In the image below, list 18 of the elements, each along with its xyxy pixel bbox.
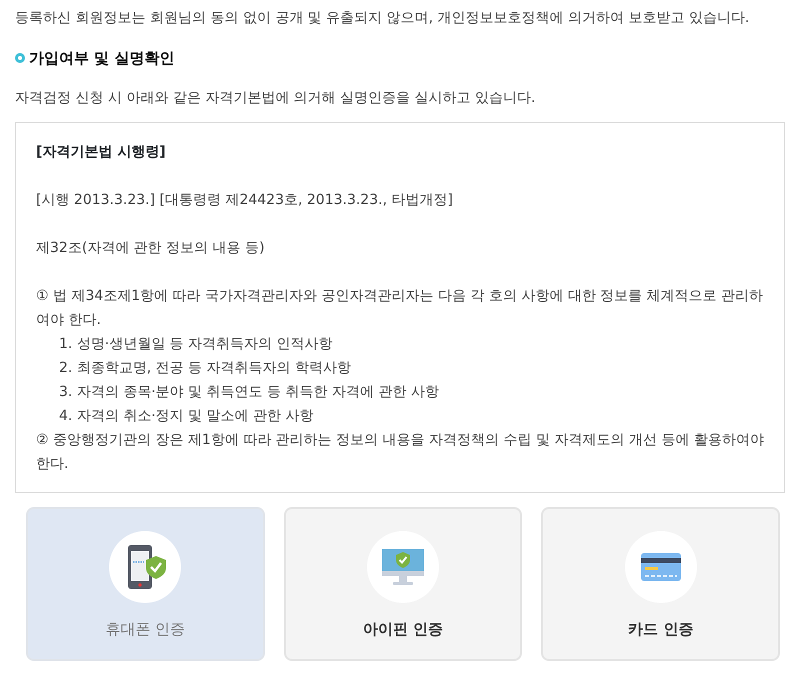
list-item: 1. 성명·생년월일 등 자격취득자의 인적사항 bbox=[58, 335, 334, 354]
law-title: [자격기본법 시행령] bbox=[36, 143, 167, 162]
article-title: 제32조(자격에 관한 정보의 내용 등) bbox=[36, 239, 266, 258]
list-item: 4. 자격의 취소·정지 및 말소에 관한 사항 bbox=[58, 407, 315, 426]
description-text: 자격검정 신청 시 아래와 같은 자격기본법에 의거해 실명인증을 실시하고 있습니다. bbox=[15, 89, 537, 108]
auth-option-card[interactable]: 휴대폰 인증 bbox=[26, 507, 265, 661]
list-item: 2. 최종학교명, 전공 등 자격취득자의 학력사항 bbox=[58, 359, 352, 378]
monitor-shield-icon bbox=[380, 547, 426, 587]
bullet-icon bbox=[15, 53, 25, 63]
credit-card-icon bbox=[640, 552, 682, 582]
enforcement-text: [시행 2013.3.23.] [대통령령 제24423호, 2013.3.23., 타법개정] bbox=[36, 191, 454, 210]
paragraph-text: ① 법 제34조제1항에 따라 국가자격관리자와 공인자격관리자는 다음 각 호의 사항에 대한 정보를 체계적으로 관리하여야 한다. bbox=[36, 287, 764, 330]
auth-option-card[interactable]: 아이핀 인증 bbox=[284, 507, 522, 661]
auth-option-card[interactable]: 카드 인증 bbox=[541, 507, 780, 661]
section-title: 가입여부 및 실명확인 bbox=[29, 48, 174, 69]
list-item: 3. 자격의 종목·분야 및 취득연도 등 취득한 자격에 관한 사항 bbox=[58, 383, 440, 402]
notice-text: 등록하신 회원정보는 회원님의 동의 없이 공개 및 유출되지 않으며, 개인정보보호정책에 의거하여 보호받고 있습니다. bbox=[15, 9, 750, 28]
paragraph-text: ② 중앙행정기관의 장은 제1항에 따라 관리하는 정보의 내용을 자격정책의 수립 및 자격제도의 개선 등에 활용하여야 한다. bbox=[36, 431, 764, 474]
